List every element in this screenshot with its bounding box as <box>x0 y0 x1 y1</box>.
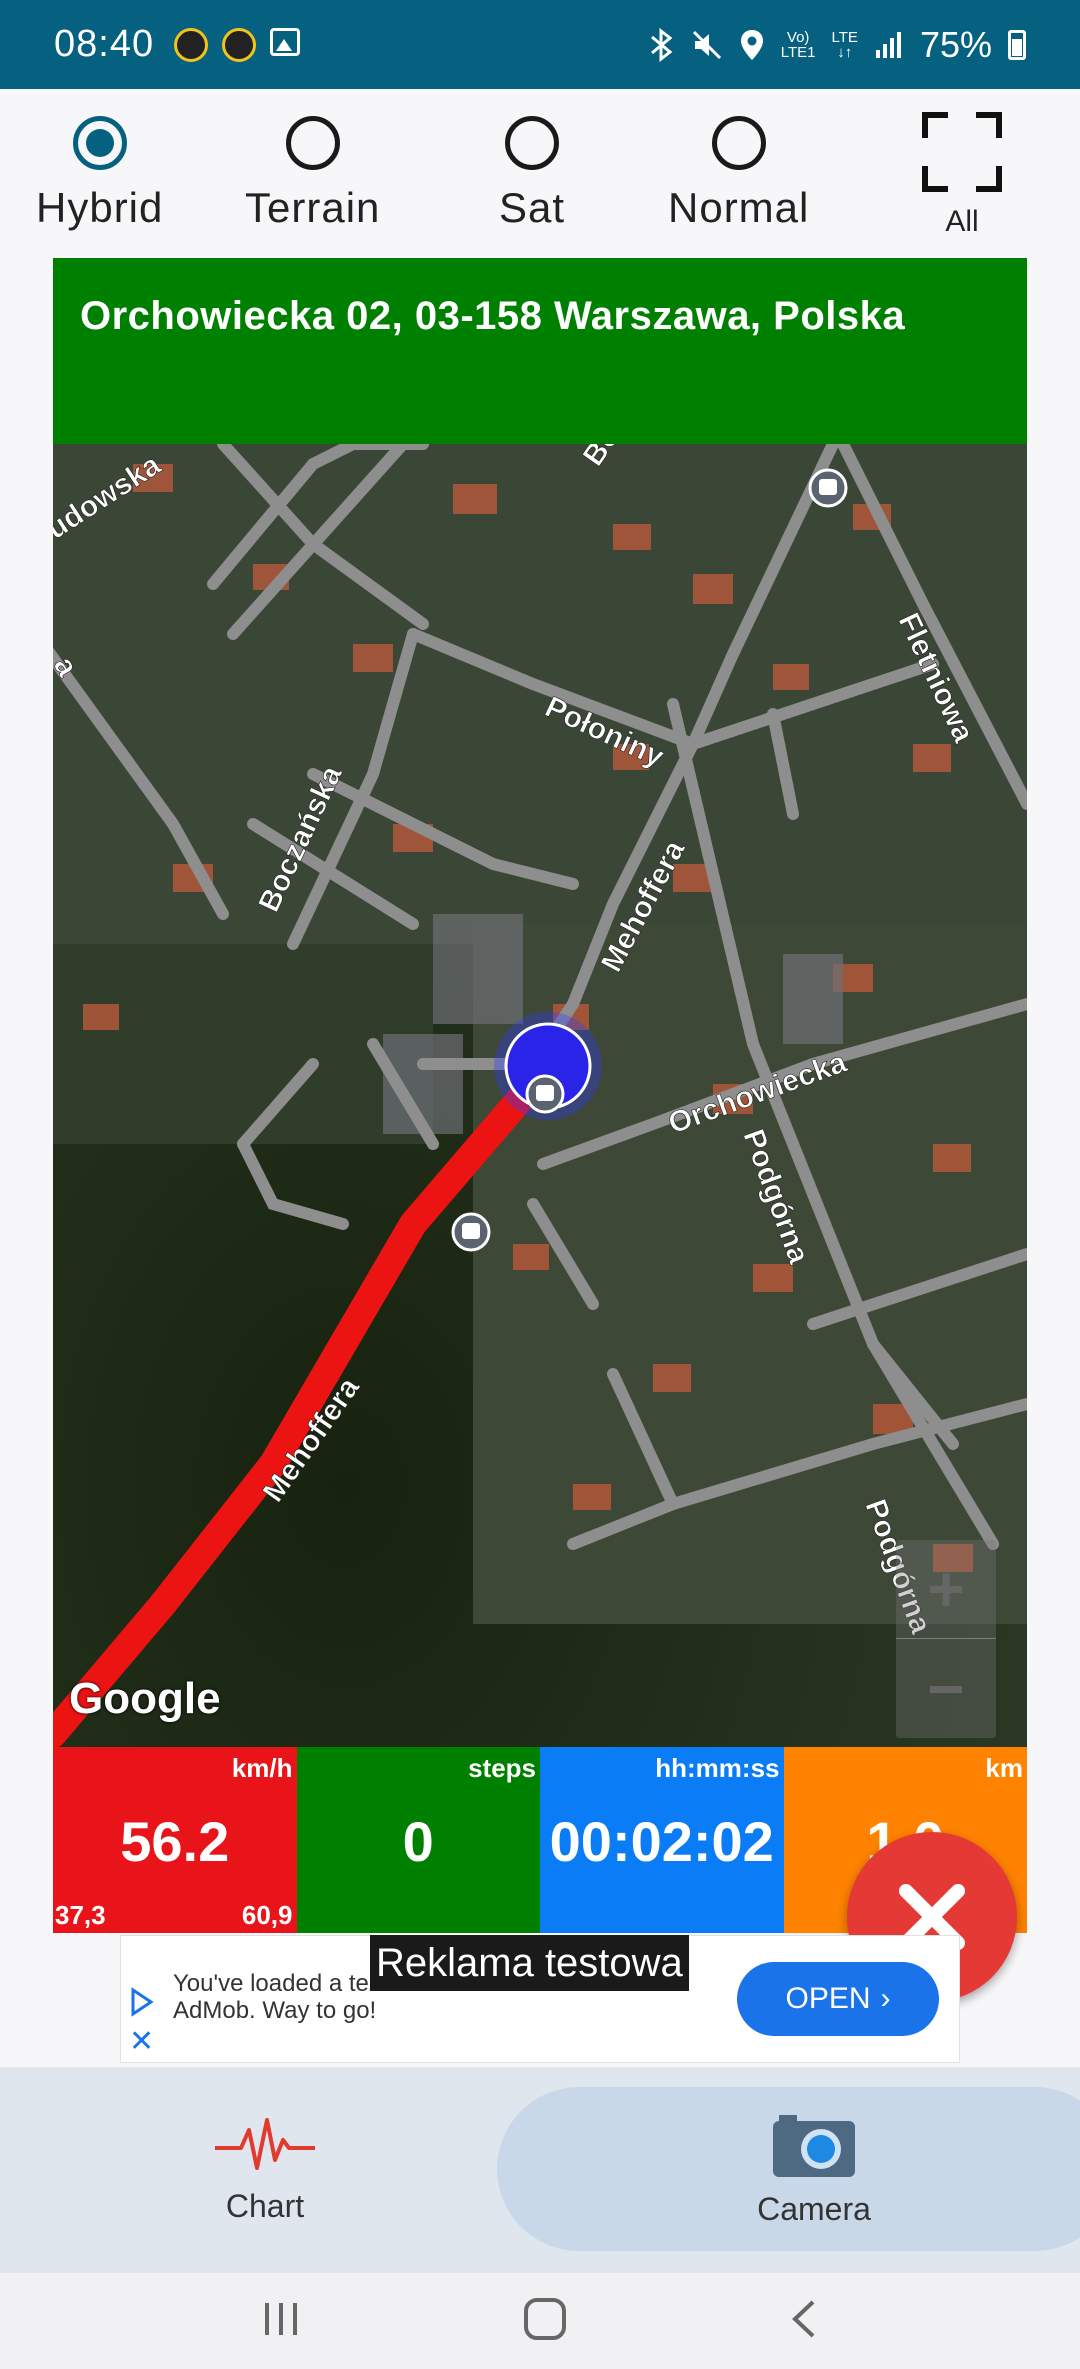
battery-icon <box>1008 29 1026 60</box>
radio-icon[interactable] <box>285 116 340 170</box>
zoom-controls: + − <box>896 1540 996 1738</box>
ad-choices-icon[interactable] <box>129 1986 155 2018</box>
all-label: All <box>945 205 979 238</box>
speed-tile: km/h 56.2 37,3 60,9 <box>53 1747 297 1933</box>
zoom-out-button[interactable]: − <box>896 1639 996 1738</box>
speed-value: 56.2 <box>120 1810 230 1873</box>
time-tile: hh:mm:ss 00:02:02 <box>540 1747 784 1933</box>
nav-chart[interactable]: Chart <box>165 2067 365 2273</box>
bluetooth-icon <box>650 27 673 62</box>
steps-tile: steps 0 <box>296 1747 540 1933</box>
steps-unit: steps <box>468 1753 536 1783</box>
ad-close-icon[interactable]: ✕ <box>129 2024 154 2059</box>
bus-stop-icon[interactable] <box>451 1212 491 1252</box>
map-view[interactable]: udowska a Bo Fletniowa Połoniny Boczańsk… <box>53 444 1027 1747</box>
address-banner: Orchowiecka 02, 03-158 Warszawa, Polska <box>53 258 1027 444</box>
lte-indicator: LTE ↓↑ <box>831 28 858 61</box>
maptype-normal[interactable]: Normal <box>668 116 809 232</box>
maptype-sat[interactable]: Sat <box>499 116 565 232</box>
home-icon[interactable] <box>523 2297 567 2346</box>
nav-camera[interactable]: Camera <box>714 2067 914 2273</box>
ad-open-label: OPEN <box>785 1982 871 2015</box>
speed-min: 37,3 <box>55 1900 106 1930</box>
radio-icon[interactable] <box>505 116 560 170</box>
speed-max: 60,9 <box>241 1900 293 1930</box>
location-icon <box>740 29 763 60</box>
recents-icon[interactable] <box>261 2301 301 2342</box>
status-bar: 08:40 Vo) LTE1 LTE ↓↑ 75% <box>0 0 1080 89</box>
maptype-label: Hybrid <box>36 184 164 231</box>
nav-chart-label: Chart <box>225 2187 305 2224</box>
zoom-in-button[interactable]: + <box>896 1540 996 1639</box>
mute-icon <box>692 30 721 59</box>
image-notification-icon <box>270 27 301 56</box>
app-screen: 08:40 Vo) LTE1 LTE ↓↑ 75% Hybrid Terrain S… <box>0 0 1080 2369</box>
app-notification-icon-2 <box>222 27 257 62</box>
maptype-label: Terrain <box>245 184 381 231</box>
battery-percent: 75% <box>919 23 992 65</box>
radio-selected-icon[interactable] <box>72 116 127 170</box>
notification-icons <box>174 27 301 62</box>
maptype-terrain[interactable]: Terrain <box>245 116 380 232</box>
volte-indicator: Vo) LTE1 <box>780 28 816 61</box>
nav-camera-label: Camera <box>757 2190 871 2227</box>
bus-stop-icon[interactable] <box>525 1074 565 1114</box>
steps-value: 0 <box>402 1810 434 1873</box>
camera-icon <box>773 2114 855 2177</box>
time-value: 00:02:02 <box>549 1810 774 1873</box>
speed-unit: km/h <box>231 1753 293 1783</box>
satellite-map[interactable]: udowska a Bo Fletniowa Połoniny Boczańsk… <box>53 444 1027 1747</box>
app-notification-icon <box>174 27 209 62</box>
back-icon[interactable] <box>789 2299 819 2344</box>
time-unit: hh:mm:ss <box>655 1753 780 1783</box>
radio-icon[interactable] <box>711 116 766 170</box>
system-navigation-bar <box>0 2273 1080 2369</box>
fullscreen-icon[interactable] <box>922 112 1002 192</box>
test-ad-tag: Reklama testowa <box>370 1935 689 1991</box>
signal-icon <box>875 31 901 58</box>
status-time: 08:40 <box>54 23 155 65</box>
maptype-label: Sat <box>499 184 566 231</box>
maptype-hybrid[interactable]: Hybrid <box>36 116 163 232</box>
bus-stop-icon[interactable] <box>808 468 848 508</box>
google-attribution: Google <box>69 1674 221 1723</box>
status-right: Vo) LTE1 LTE ↓↑ 75% <box>649 24 1026 66</box>
heartbeat-chart-icon <box>215 2117 315 2170</box>
maptype-label: Normal <box>668 184 810 231</box>
chevron-right-icon: › <box>880 1982 891 2015</box>
ad-open-button[interactable]: OPEN › <box>737 1962 939 2036</box>
distance-unit: km <box>985 1753 1023 1783</box>
bottom-navigation: Chart Camera <box>0 2067 1080 2273</box>
